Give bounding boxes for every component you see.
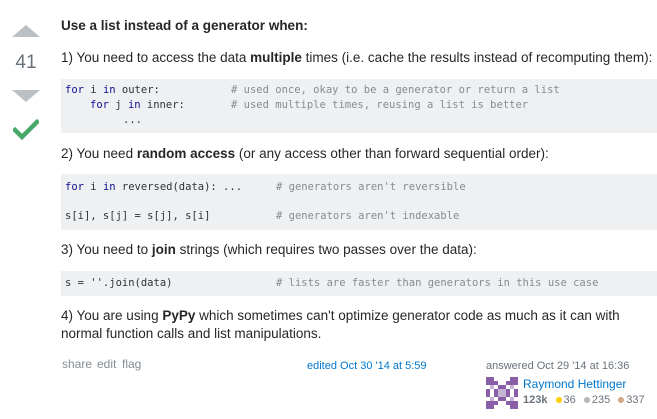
bronze-badge-count: 337: [626, 394, 645, 406]
user-avatar[interactable]: [486, 377, 518, 409]
edit-link[interactable]: edit: [97, 357, 116, 371]
gold-badge-count: 36: [563, 394, 576, 406]
downvote-arrow-icon[interactable]: [12, 90, 40, 102]
share-link[interactable]: share: [62, 357, 92, 371]
paragraph-1: 1) You need to access the data multiple …: [61, 50, 653, 65]
paragraph-4-line-2: normal function calls and list manipulat…: [61, 326, 322, 341]
gold-badge-icon: [555, 396, 562, 403]
vote-score: 41: [15, 52, 37, 73]
answered-timestamp: answered Oct 29 '14 at 16:36: [486, 360, 630, 372]
bronze-badge-icon: [618, 396, 625, 403]
upvote-arrow-icon[interactable]: [12, 25, 40, 37]
flag-link[interactable]: flag: [122, 357, 141, 371]
user-name-link[interactable]: Raymond Hettinger: [523, 377, 626, 391]
silver-badge-count: 235: [591, 394, 611, 406]
silver-badge-icon: [583, 396, 590, 403]
edited-timestamp-link[interactable]: edited Oct 30 '14 at 5:59: [307, 360, 427, 372]
code-block-3: s = ''.join(data) # lists are faster tha…: [61, 271, 657, 296]
code-block-1: for i in outer: # used once, okay to be …: [61, 79, 657, 133]
paragraph-3: 3) You need to join strings (which requi…: [61, 242, 477, 257]
reputation-score: 123k: [523, 394, 548, 406]
accepted-checkmark-icon: [13, 119, 39, 141]
code-block-2: for i in reversed(data): ... # generator…: [61, 174, 657, 230]
answer-heading: Use a list instead of a generator when:: [61, 18, 308, 33]
paragraph-2: 2) You need random access (or any access…: [61, 146, 549, 161]
paragraph-4: 4) You are using PyPy which sometimes ca…: [61, 308, 620, 323]
user-reputation: 123k 36 235 337: [523, 394, 645, 406]
